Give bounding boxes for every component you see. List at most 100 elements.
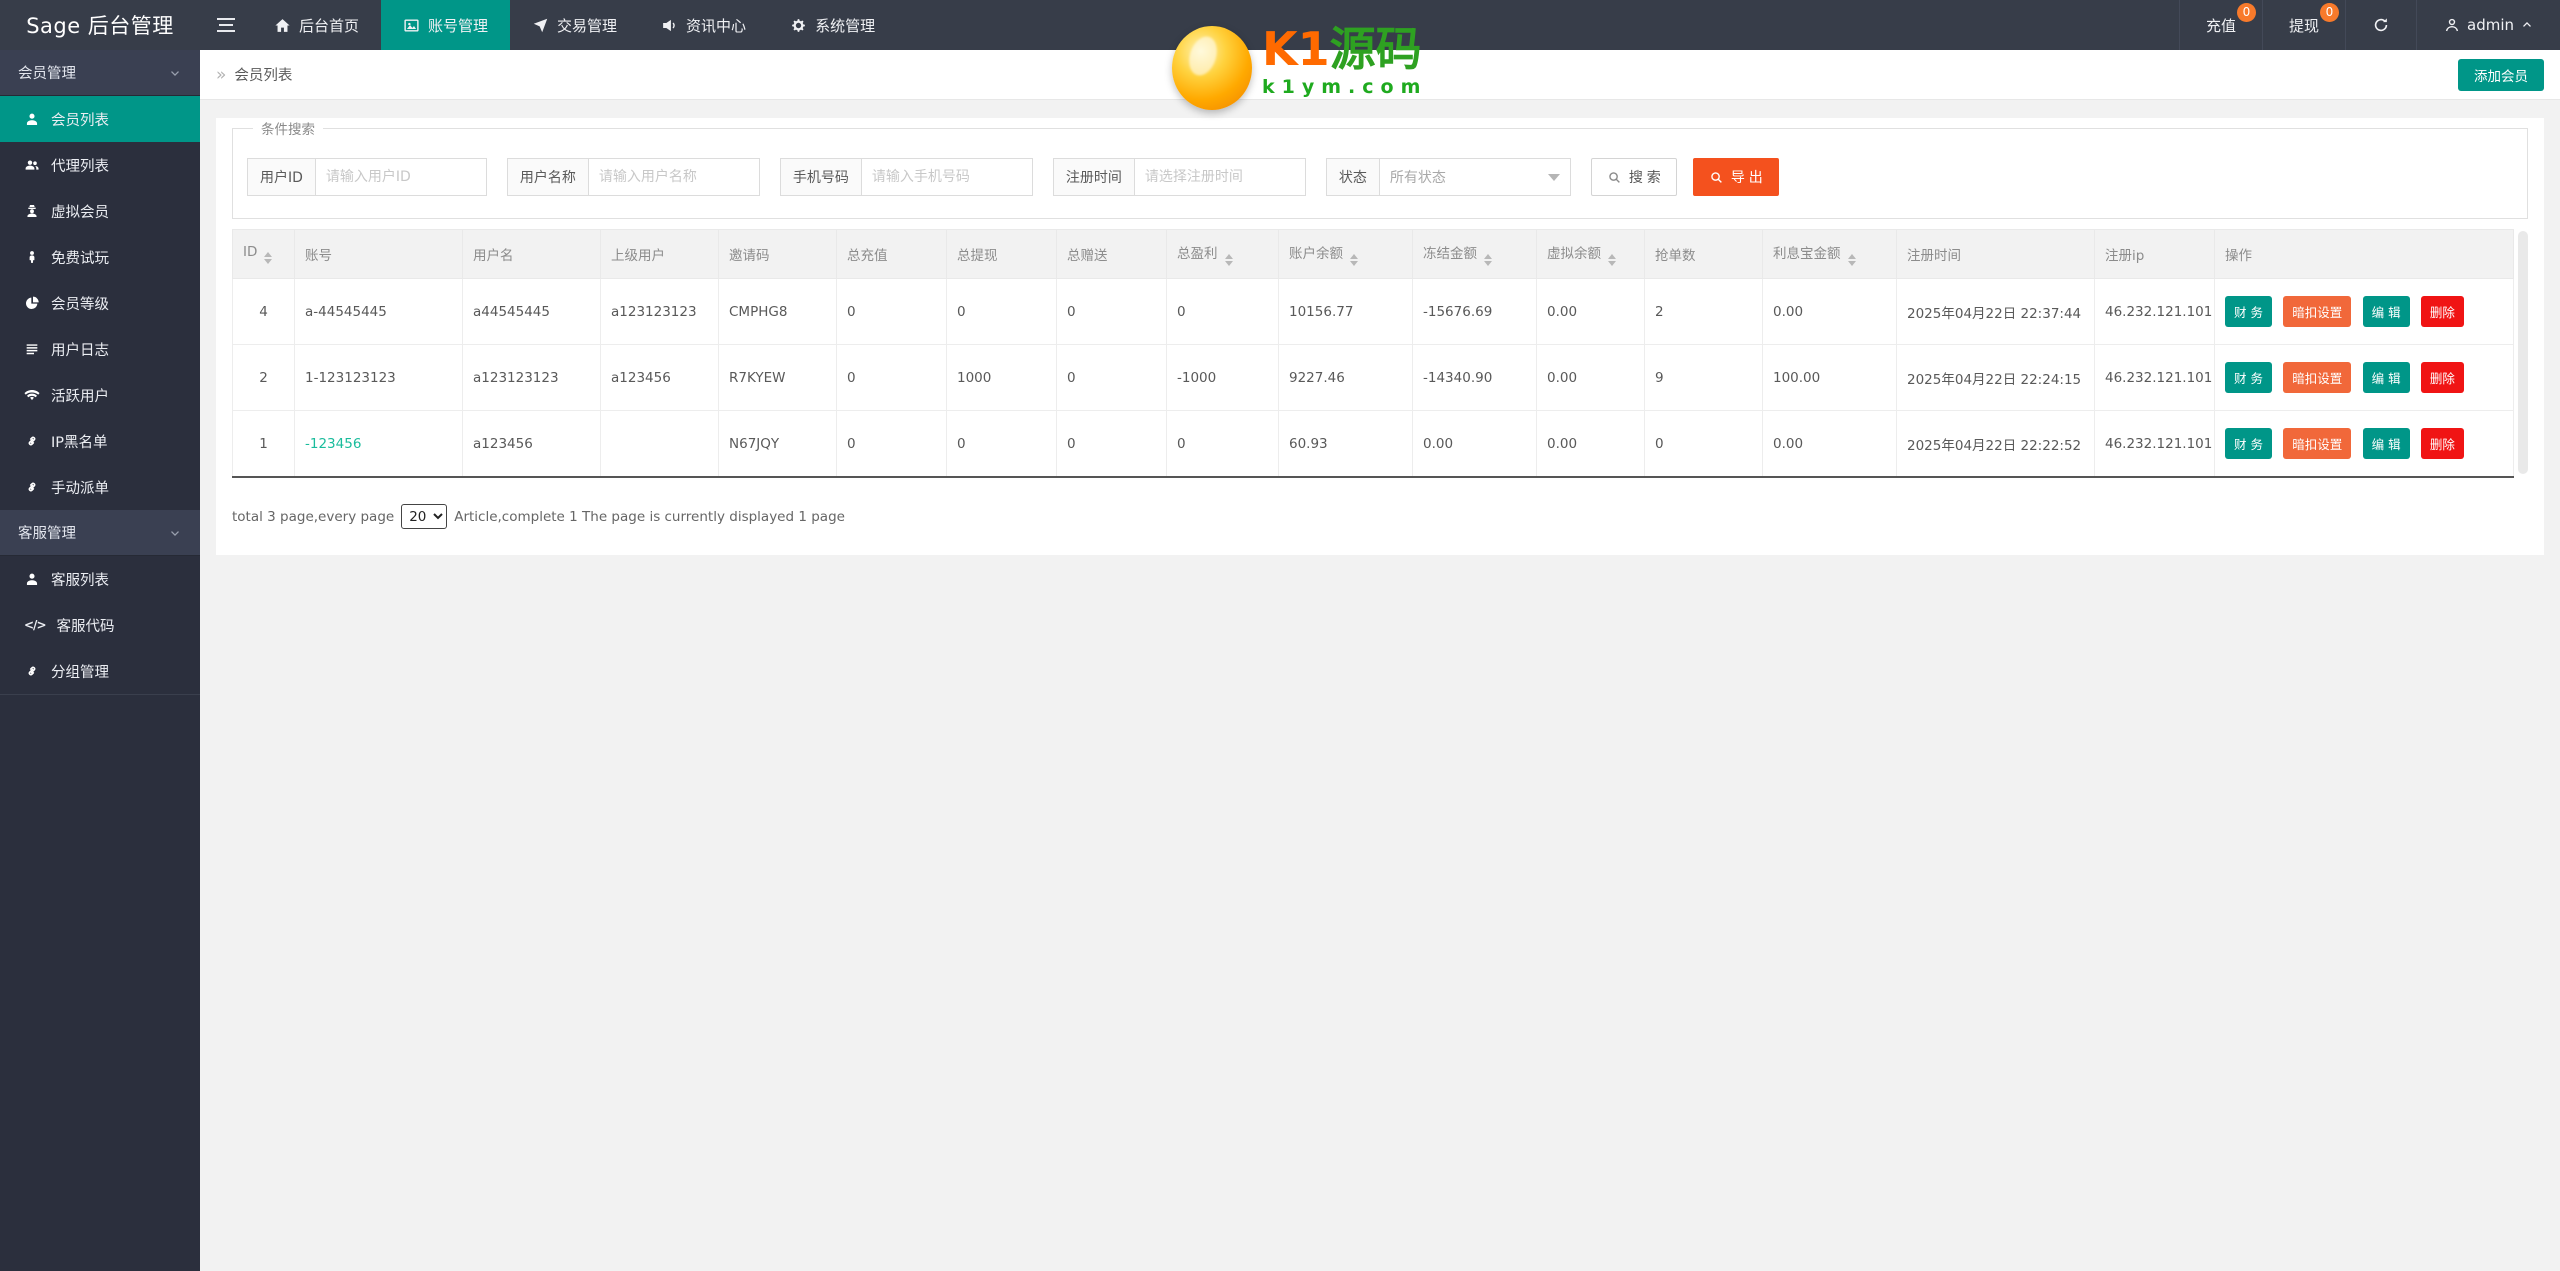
col-parent: 上级用户 bbox=[600, 229, 719, 279]
link-icon bbox=[28, 666, 36, 676]
chevron-up-icon bbox=[2522, 22, 2532, 28]
page-size-select[interactable]: 20 bbox=[401, 504, 448, 529]
sidebar-item-ip-blacklist[interactable]: IP黑名单 bbox=[0, 418, 200, 464]
col-username: 用户名 bbox=[462, 229, 601, 279]
content-panel: 条件搜索 用户ID 用户名称 手机号码 注册时间 bbox=[216, 118, 2544, 555]
account-link[interactable]: -123456 bbox=[294, 410, 463, 478]
phone-input[interactable] bbox=[860, 158, 1033, 196]
user-secret-icon bbox=[27, 205, 37, 217]
username: admin bbox=[2467, 16, 2514, 34]
nav-item-accounts[interactable]: 账号管理 bbox=[381, 0, 511, 50]
delete-button[interactable]: 删除 bbox=[2420, 428, 2464, 459]
sidebar-item-active-users[interactable]: 活跃用户 bbox=[0, 372, 200, 418]
main-content: » 会员列表 添加会员 条件搜索 用户ID 用户名称 手机号码 bbox=[200, 50, 2560, 1271]
sidebar-item-manual-dispatch[interactable]: 手动派单 bbox=[0, 464, 200, 510]
pagination-prefix: total 3 page,every page bbox=[232, 508, 395, 525]
finance-button[interactable]: 财 务 bbox=[2225, 428, 2272, 459]
brand-logo: Sage 后台管理 bbox=[26, 14, 174, 38]
sidebar-item-service-code[interactable]: </> 客服代码 bbox=[0, 602, 200, 648]
topbar-right: 充值 0 提现 0 admin bbox=[2178, 0, 2560, 50]
search-icon bbox=[1711, 171, 1722, 183]
top-nav: 后台首页 账号管理 交易管理 资讯中心 系统管理 bbox=[252, 0, 897, 50]
sidebar-item-agent-list[interactable]: 代理列表 bbox=[0, 142, 200, 188]
link-icon bbox=[28, 482, 36, 492]
breadcrumb-separator-icon: » bbox=[216, 64, 227, 85]
search-legend: 条件搜索 bbox=[261, 122, 315, 138]
user-name-input[interactable] bbox=[587, 158, 760, 196]
col-account: 账号 bbox=[294, 229, 463, 279]
status-select[interactable]: 所有状态 bbox=[1378, 158, 1571, 196]
nav-item-home[interactable]: 后台首页 bbox=[252, 0, 381, 50]
sort-icon bbox=[1224, 254, 1233, 266]
link-icon bbox=[28, 436, 36, 446]
export-button[interactable]: 导 出 bbox=[1692, 158, 1779, 196]
withdraw-button[interactable]: 提现 0 bbox=[2261, 0, 2345, 50]
chevron-down-icon bbox=[170, 70, 180, 76]
megaphone-icon bbox=[662, 18, 675, 32]
col-interest[interactable]: 利息宝金额 bbox=[1762, 229, 1897, 279]
refresh-button[interactable] bbox=[2345, 0, 2416, 50]
code-icon: </> bbox=[24, 618, 46, 632]
user-id-input[interactable] bbox=[314, 158, 487, 196]
list-icon bbox=[26, 344, 38, 355]
col-id[interactable]: ID bbox=[232, 229, 295, 279]
edit-button[interactable]: 编 辑 bbox=[2362, 296, 2410, 327]
sort-icon bbox=[1484, 254, 1492, 266]
reg-time-label: 注册时间 bbox=[1052, 158, 1134, 196]
col-frozen[interactable]: 冻结金额 bbox=[1412, 229, 1537, 279]
nav-item-news[interactable]: 资讯中心 bbox=[639, 0, 768, 50]
users-icon bbox=[25, 160, 39, 170]
nav-item-system[interactable]: 系统管理 bbox=[768, 0, 897, 50]
sort-icon bbox=[1608, 254, 1616, 266]
table-row: 1 -123456 a123456 N67JQY 0 0 0 0 60.93 0… bbox=[232, 410, 2514, 478]
hamburger-menu-icon[interactable] bbox=[200, 0, 252, 50]
sidebar-item-user-log[interactable]: 用户日志 bbox=[0, 326, 200, 372]
col-actions: 操作 bbox=[2214, 229, 2514, 279]
select-caret-icon bbox=[1547, 173, 1560, 181]
finance-button[interactable]: 财 务 bbox=[2225, 362, 2272, 393]
edit-button[interactable]: 编 辑 bbox=[2362, 362, 2410, 393]
sidebar-item-service-list[interactable]: 客服列表 bbox=[0, 556, 200, 602]
chevron-down-icon bbox=[170, 530, 180, 536]
home-icon bbox=[275, 18, 290, 32]
delete-button[interactable]: 删除 bbox=[2420, 296, 2464, 327]
pie-chart-icon bbox=[26, 296, 39, 309]
hidden-deduct-button[interactable]: 暗扣设置 bbox=[2283, 362, 2352, 393]
breadcrumb-bar: » 会员列表 添加会员 bbox=[200, 50, 2560, 100]
edit-button[interactable]: 编 辑 bbox=[2362, 428, 2410, 459]
user-icon bbox=[26, 573, 38, 585]
col-reg-time: 注册时间 bbox=[1896, 229, 2095, 279]
sidebar-item-group-manage[interactable]: 分组管理 bbox=[0, 648, 200, 694]
add-member-button[interactable]: 添加会员 bbox=[2458, 59, 2544, 91]
gears-icon bbox=[792, 18, 805, 32]
hidden-deduct-button[interactable]: 暗扣设置 bbox=[2283, 428, 2352, 459]
refresh-icon bbox=[2374, 17, 2388, 32]
sidebar-group-service[interactable]: 客服管理 bbox=[0, 510, 200, 556]
sort-icon bbox=[1847, 254, 1856, 266]
table-scrollbar[interactable] bbox=[2518, 231, 2528, 474]
sidebar: 会员管理 会员列表 代理列表 虚拟会员 免费试玩 会员等级 用户日志 活跃用户 … bbox=[0, 50, 200, 1271]
sidebar-item-virtual-members[interactable]: 虚拟会员 bbox=[0, 188, 200, 234]
nav-item-trade[interactable]: 交易管理 bbox=[510, 0, 639, 50]
col-balance[interactable]: 账户余额 bbox=[1278, 229, 1413, 279]
col-profit[interactable]: 总盈利 bbox=[1166, 229, 1279, 279]
finance-button[interactable]: 财 务 bbox=[2225, 296, 2272, 327]
sidebar-item-member-list[interactable]: 会员列表 bbox=[0, 96, 200, 142]
pagination-suffix: Article,complete 1 The page is currently… bbox=[454, 508, 845, 525]
reg-time-input[interactable] bbox=[1133, 158, 1306, 196]
sidebar-item-free-trial[interactable]: 免费试玩 bbox=[0, 234, 200, 280]
recharge-badge: 0 bbox=[2236, 3, 2256, 22]
user-menu[interactable]: admin bbox=[2416, 0, 2560, 50]
col-orders: 抢单数 bbox=[1644, 229, 1763, 279]
search-icon bbox=[1609, 171, 1620, 183]
street-view-icon bbox=[29, 251, 35, 263]
recharge-button[interactable]: 充值 0 bbox=[2178, 0, 2262, 50]
hidden-deduct-button[interactable]: 暗扣设置 bbox=[2283, 296, 2352, 327]
delete-button[interactable]: 删除 bbox=[2420, 362, 2464, 393]
col-virtual[interactable]: 虚拟余额 bbox=[1536, 229, 1645, 279]
search-button[interactable]: 搜 索 bbox=[1590, 158, 1677, 196]
sidebar-group-members[interactable]: 会员管理 bbox=[0, 50, 200, 96]
user-icon bbox=[2445, 18, 2459, 32]
sidebar-item-member-level[interactable]: 会员等级 bbox=[0, 280, 200, 326]
table-row: 4 a-44545445 a44545445 a123123123 CMPHG8… bbox=[232, 278, 2514, 345]
